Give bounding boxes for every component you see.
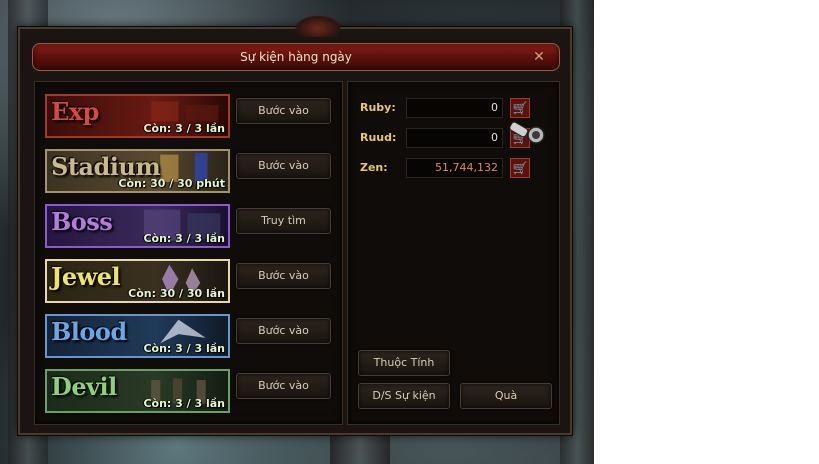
event-remaining: Còn: 3 / 3 lần: [143, 122, 225, 135]
enter-button-exp[interactable]: Bước vào: [236, 98, 331, 124]
enter-button-devil[interactable]: Bước vào: [236, 373, 331, 399]
event-banner-exp[interactable]: Exp Còn: 3 / 3 lần: [45, 94, 230, 138]
event-row-devil: Devil Còn: 3 / 3 lần Bước vào: [45, 369, 335, 413]
background-rock: [330, 430, 390, 464]
enter-button-stadium[interactable]: Bước vào: [236, 153, 331, 179]
close-icon[interactable]: ✕: [531, 49, 547, 65]
cart-icon[interactable]: 🛒: [510, 98, 530, 118]
search-button-boss[interactable]: Truy tìm: [236, 208, 331, 234]
window-ornament: [294, 15, 342, 37]
daily-events-window: Sự kiện hàng ngày ✕ Exp Còn: 3 / 3 lần B…: [18, 15, 572, 435]
event-name: Exp: [51, 97, 99, 126]
event-name: Blood: [51, 317, 127, 346]
event-banner-jewel[interactable]: Jewel Còn: 30 / 30 lần: [45, 259, 230, 303]
event-remaining: Còn: 3 / 3 lần: [143, 232, 225, 245]
event-name: Boss: [51, 207, 113, 236]
event-remaining: Còn: 30 / 30 phút: [118, 177, 225, 190]
event-list-button[interactable]: D/S Sự kiện: [358, 383, 450, 409]
currency-value: 51,744,132: [406, 158, 503, 178]
currency-value: 0: [406, 128, 503, 148]
rewards-button[interactable]: Quà: [460, 383, 552, 409]
event-remaining: Còn: 3 / 3 lần: [143, 397, 225, 410]
event-row-stadium: Stadium Còn: 30 / 30 phút Bước vào: [45, 149, 335, 193]
event-row-blood: Blood Còn: 3 / 3 lần Bước vào: [45, 314, 335, 358]
window-title: Sự kiện hàng ngày: [240, 50, 352, 64]
enter-button-jewel[interactable]: Bước vào: [236, 263, 331, 289]
currency-label: Zen:: [360, 161, 388, 174]
currency-label: Ruud:: [360, 131, 397, 144]
enter-button-blood[interactable]: Bước vào: [236, 318, 331, 344]
event-remaining: Còn: 30 / 30 lần: [128, 287, 225, 300]
event-banner-devil[interactable]: Devil Còn: 3 / 3 lần: [45, 369, 230, 413]
event-banner-boss[interactable]: Boss Còn: 3 / 3 lần: [45, 204, 230, 248]
event-banner-blood[interactable]: Blood Còn: 3 / 3 lần: [45, 314, 230, 358]
event-row-exp: Exp Còn: 3 / 3 lần Bước vào: [45, 94, 335, 138]
event-row-boss: Boss Còn: 3 / 3 lần Truy tìm: [45, 204, 335, 248]
event-banner-stadium[interactable]: Stadium Còn: 30 / 30 phút: [45, 149, 230, 193]
event-row-jewel: Jewel Còn: 30 / 30 lần Bước vào: [45, 259, 335, 303]
currency-label: Ruby:: [360, 101, 396, 114]
attributes-button[interactable]: Thuộc Tính: [358, 350, 450, 376]
title-bar[interactable]: Sự kiện hàng ngày ✕: [32, 43, 560, 71]
event-remaining: Còn: 3 / 3 lần: [143, 342, 225, 355]
event-name: Jewel: [51, 262, 121, 291]
event-name: Devil: [51, 372, 117, 401]
currency-row-zen: Zen: 51,744,132 🛒: [360, 158, 555, 180]
pointer-cursor-icon: [509, 121, 545, 144]
currency-value: 0: [406, 98, 503, 118]
cart-icon[interactable]: 🛒: [510, 158, 530, 178]
event-list-panel: Exp Còn: 3 / 3 lần Bước vào Stadium Còn:…: [34, 81, 343, 425]
